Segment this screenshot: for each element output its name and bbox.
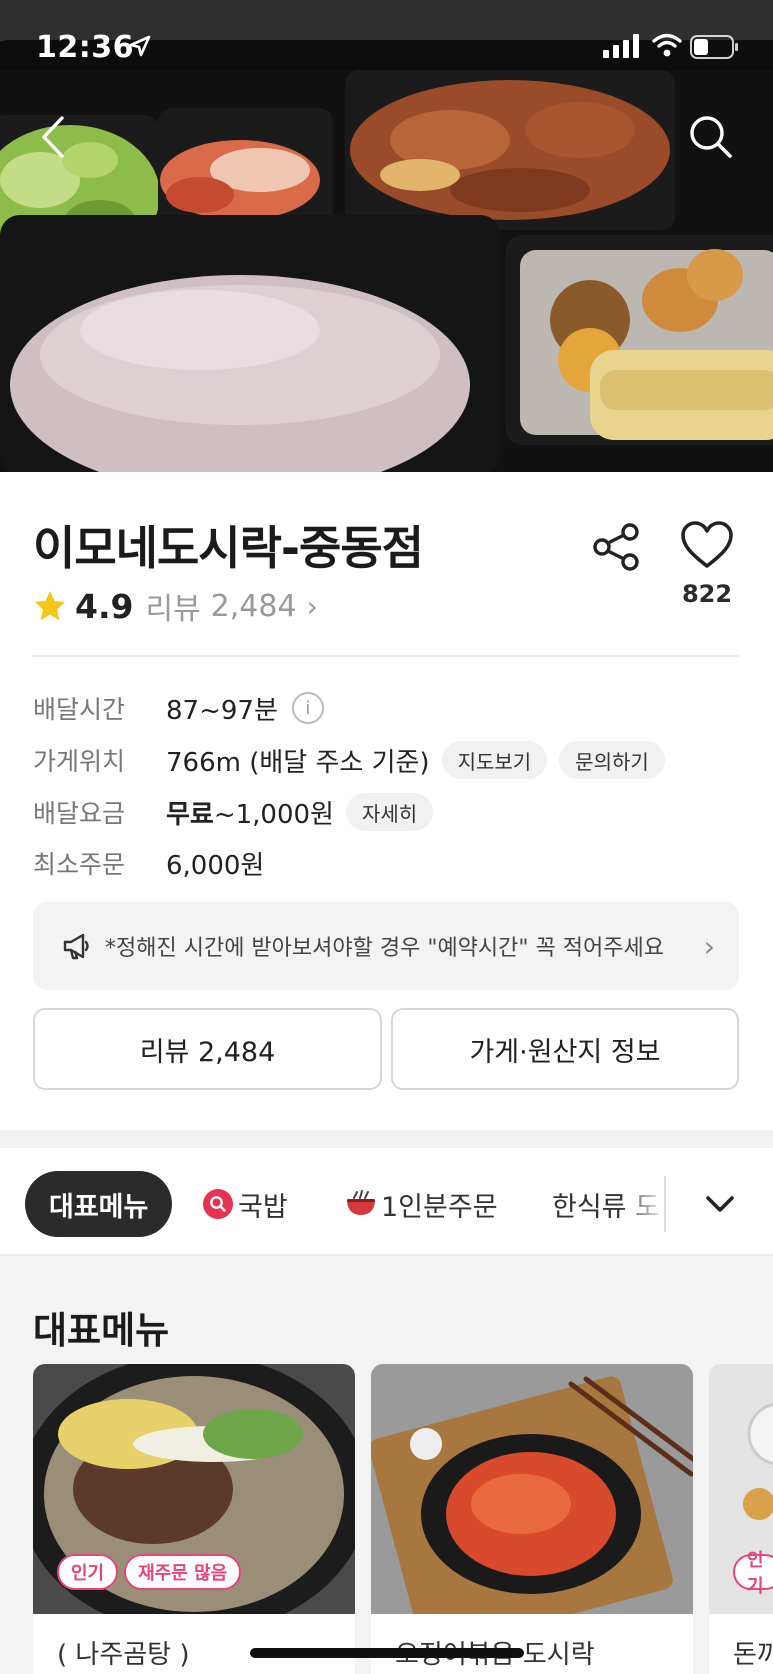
menu-badges: 인기 bbox=[733, 1550, 773, 1597]
hero-image: 12:36 bbox=[0, 0, 773, 472]
tab-fade bbox=[620, 1168, 666, 1238]
bowl-icon bbox=[347, 1190, 375, 1215]
badge-popular: 인기 bbox=[733, 1550, 773, 1597]
tab-separator bbox=[664, 1176, 666, 1232]
section-gap bbox=[0, 1130, 773, 1148]
info-value: 766m (배달 주소 기준) bbox=[166, 747, 430, 778]
location-arrow-icon bbox=[129, 35, 151, 57]
info-value: 무료~1,000원 bbox=[166, 794, 334, 831]
tab-label: 국밥 bbox=[238, 1191, 288, 1223]
inquiry-chip[interactable]: 문의하기 bbox=[559, 741, 665, 779]
info-icon[interactable]: i bbox=[291, 692, 324, 724]
status-time: 12:36 bbox=[36, 30, 134, 65]
menu-card[interactable]: 오징어볶음 도시락 bbox=[371, 1364, 693, 1674]
info-min-order: 최소주문 6,000원 bbox=[33, 843, 264, 883]
info-location: 가게위치 766m (배달 주소 기준) 지도보기 문의하기 bbox=[33, 740, 665, 780]
chevron-right-icon: › bbox=[703, 929, 715, 963]
tab-label: 1인분주문 bbox=[381, 1191, 498, 1223]
fee-free: 무료 bbox=[166, 799, 214, 830]
squid-stirfry-photo bbox=[371, 1364, 693, 1614]
tab-representative-menu[interactable]: 대표메뉴 bbox=[25, 1171, 173, 1237]
star-icon bbox=[35, 591, 65, 621]
share-icon[interactable] bbox=[590, 520, 644, 574]
tab-gukbap[interactable]: 국밥 bbox=[202, 1171, 288, 1237]
info-delivery-fee: 배달요금 무료~1,000원 자세히 bbox=[33, 792, 434, 832]
chevron-down-icon[interactable] bbox=[698, 1182, 742, 1226]
info-value: 87~97분 bbox=[166, 695, 278, 726]
home-indicator bbox=[250, 1648, 524, 1658]
signal-icon bbox=[603, 34, 639, 58]
info-label: 배달시간 bbox=[33, 695, 126, 724]
review-button[interactable]: 리뷰 2,484 bbox=[33, 1008, 382, 1090]
like-count: 822 bbox=[681, 580, 733, 608]
wifi-icon bbox=[652, 33, 682, 57]
divider bbox=[33, 655, 739, 657]
info-label: 배달요금 bbox=[33, 799, 126, 828]
tab-single-serving[interactable]: 1인분주문 bbox=[345, 1171, 498, 1237]
tab-label: 대표메뉴 bbox=[49, 1191, 149, 1223]
fee-detail-chip[interactable]: 자세히 bbox=[345, 793, 434, 831]
menu-name: 돈까 bbox=[733, 1640, 773, 1670]
notice-text: *정해진 시간에 받아보셔야할 경우 "예약시간" 꼭 적어주세요 bbox=[105, 936, 664, 961]
menu-badges: 인기 재주문 많음 bbox=[57, 1554, 247, 1590]
badge-popular: 인기 bbox=[57, 1554, 119, 1590]
search-badge-icon bbox=[203, 1189, 233, 1219]
store-notice[interactable]: *정해진 시간에 받아보셔야할 경우 "예약시간" 꼭 적어주세요 › bbox=[33, 902, 739, 990]
heart-icon[interactable] bbox=[680, 520, 734, 572]
status-bar: 12:36 bbox=[0, 0, 773, 100]
back-arrow-icon[interactable] bbox=[34, 112, 74, 162]
rating-review-link[interactable]: 4.9 리뷰 2,484 › bbox=[33, 584, 318, 628]
menu-card[interactable]: 인기 돈까 bbox=[709, 1364, 773, 1674]
store-name: 이모네도시락-중동점 bbox=[33, 521, 424, 575]
category-tabs: 대표메뉴 국밥 1인분주문 한식류 도 bbox=[0, 1148, 773, 1256]
chevron-right-icon: › bbox=[306, 589, 318, 623]
review-label: 리뷰 bbox=[145, 592, 201, 627]
rating-score: 4.9 bbox=[75, 586, 134, 626]
info-label: 최소주문 bbox=[33, 850, 126, 879]
store-info-button[interactable]: 가게·원산지 정보 bbox=[391, 1008, 739, 1090]
review-count: 2,484 bbox=[210, 588, 297, 624]
info-label: 가게위치 bbox=[33, 747, 126, 776]
menu-section-title: 대표메뉴 bbox=[33, 1309, 170, 1352]
badge-reorder: 재주문 많음 bbox=[124, 1554, 242, 1590]
map-view-chip[interactable]: 지도보기 bbox=[441, 741, 548, 779]
search-icon[interactable] bbox=[686, 112, 736, 162]
menu-card[interactable]: 인기 재주문 많음 ( 나주곰탕 ) bbox=[33, 1364, 355, 1674]
menu-name: ( 나주곰탕 ) bbox=[57, 1640, 190, 1670]
battery-icon bbox=[690, 35, 738, 59]
fee-range: ~1,000원 bbox=[213, 799, 334, 830]
info-value: 6,000원 bbox=[166, 850, 265, 881]
info-delivery-time: 배달시간 87~97분 i bbox=[33, 688, 324, 728]
megaphone-icon bbox=[63, 933, 89, 960]
